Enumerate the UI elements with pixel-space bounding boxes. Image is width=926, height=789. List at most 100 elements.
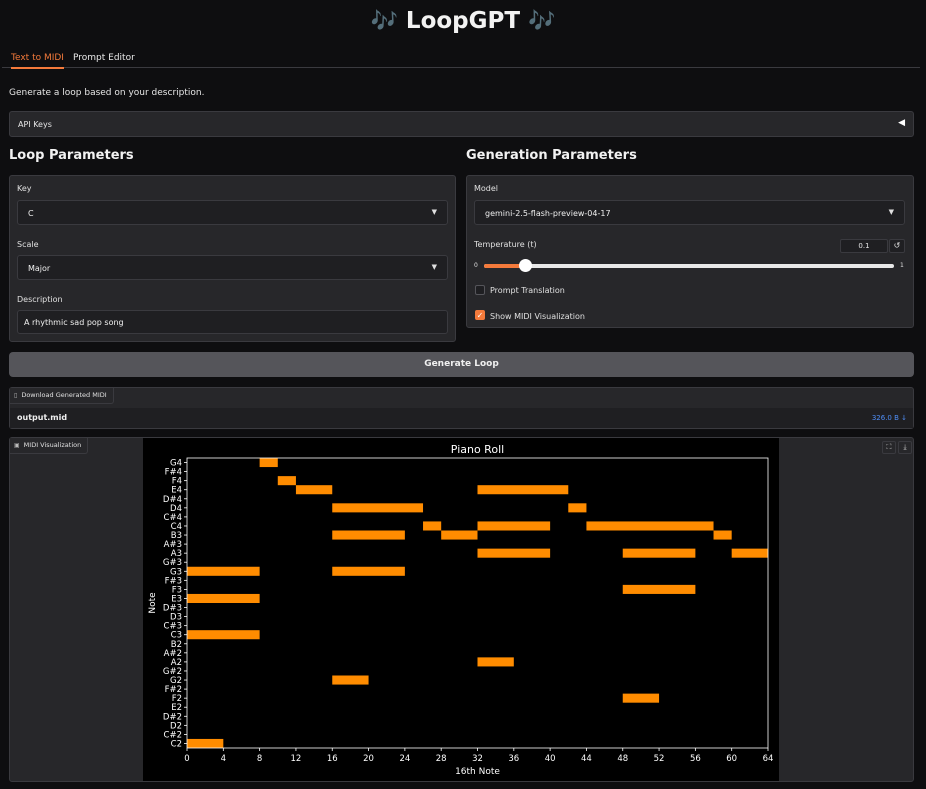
model-label: Model [474, 184, 499, 193]
prompt-translation-checkbox[interactable] [475, 285, 485, 295]
y-tick-label: C3 [171, 631, 182, 641]
y-tick-label: G#2 [163, 667, 182, 677]
viz-block-label: ▣ MIDI Visualization [10, 438, 89, 454]
x-tick-label: 48 [617, 754, 628, 764]
y-tick-label: B2 [171, 640, 182, 650]
note-bar [731, 548, 768, 558]
note-bar [332, 566, 405, 576]
chevron-down-icon: ▼ [431, 208, 437, 216]
note-bar [187, 593, 260, 603]
download-label-text: Download Generated MIDI [21, 391, 107, 399]
y-axis-label: Note [148, 592, 158, 614]
x-tick-label: 8 [257, 754, 262, 764]
note-bar [713, 530, 732, 540]
model-value: gemini-2.5-flash-preview-04-17 [485, 209, 611, 218]
tab-text-to-midi[interactable]: Text to MIDI [11, 53, 64, 69]
temperature-label: Temperature (t) [474, 240, 537, 249]
x-tick-label: 20 [363, 754, 374, 764]
x-tick-label: 0 [184, 754, 189, 764]
y-tick-label: A2 [171, 658, 182, 668]
note-bar [187, 566, 260, 576]
note-bar [332, 530, 405, 540]
note-bar [423, 521, 442, 531]
x-tick-label: 64 [763, 754, 774, 764]
api-keys-accordion[interactable]: API Keys ◀ [9, 111, 914, 137]
fullscreen-icon[interactable]: ⛶ [882, 441, 896, 454]
x-tick-label: 36 [508, 754, 519, 764]
x-tick-label: 44 [581, 754, 592, 764]
scale-dropdown[interactable]: Major ▼ [17, 255, 448, 280]
y-tick-label: A#2 [164, 649, 182, 659]
chart-title: Piano Roll [451, 443, 504, 456]
y-tick-label: G4 [170, 459, 182, 469]
slider-handle[interactable] [519, 259, 532, 272]
generate-loop-button[interactable]: Generate Loop [9, 352, 914, 377]
x-tick-label: 28 [436, 754, 447, 764]
x-tick-label: 60 [726, 754, 737, 764]
note-bar [277, 476, 296, 486]
x-tick-label: 24 [399, 754, 410, 764]
y-tick-label: E4 [171, 486, 182, 496]
x-tick-label: 56 [690, 754, 701, 764]
y-tick-label: E2 [171, 703, 182, 713]
reset-icon[interactable]: ↺ [889, 239, 905, 253]
y-tick-label: D#4 [163, 495, 182, 505]
y-tick-label: F#3 [165, 576, 182, 586]
app-title: 🎶 LoopGPT 🎶 [0, 8, 926, 34]
y-tick-label: D#2 [163, 712, 182, 722]
x-tick-label: 40 [545, 754, 556, 764]
piano-roll-chart: Piano Roll0 4 8 12 16 20 24 28 32 36 40 44 48 52 56 60 6… [143, 438, 779, 781]
y-tick-label: C#3 [164, 622, 182, 632]
chevron-down-icon: ▼ [888, 208, 894, 216]
tab-bar: Text to MIDI Prompt Editor [2, 48, 920, 69]
file-name: output.mid [17, 413, 68, 422]
y-tick-label: G2 [170, 676, 182, 686]
scale-value: Major [28, 264, 51, 273]
note-bar [259, 458, 278, 468]
note-bar [477, 485, 569, 495]
y-tick-label: C#2 [164, 730, 182, 740]
collapse-arrow-icon[interactable]: ◀ [898, 118, 905, 128]
file-icon: ▯ [14, 392, 18, 399]
y-tick-label: C#4 [164, 513, 182, 523]
note-bar [586, 521, 714, 531]
y-tick-label: D2 [170, 721, 182, 731]
note-bar [187, 630, 260, 640]
note-bar [295, 485, 333, 495]
note-bar [332, 675, 369, 685]
model-dropdown[interactable]: gemini-2.5-flash-preview-04-17 ▼ [474, 200, 905, 225]
y-tick-label: B3 [171, 531, 182, 541]
y-tick-label: F2 [172, 694, 182, 704]
temperature-number-input[interactable]: 0.1 [840, 239, 888, 253]
prompt-translation-label: Prompt Translation [490, 286, 565, 295]
note-bar [622, 693, 660, 703]
download-block-label: ▯ Download Generated MIDI [10, 388, 114, 404]
note-bar [477, 548, 551, 558]
key-dropdown[interactable]: C ▼ [17, 200, 448, 225]
download-icon[interactable]: ⤓ [898, 441, 912, 454]
chevron-down-icon: ▼ [431, 263, 437, 271]
x-tick-label: 52 [654, 754, 665, 764]
slider-min-label: 0 [474, 262, 478, 269]
description-input[interactable]: A rhythmic sad pop song [17, 310, 448, 334]
description-label: Description [17, 295, 63, 304]
temperature-slider[interactable] [484, 259, 894, 272]
y-tick-label: D#3 [163, 604, 182, 614]
y-tick-label: D3 [170, 613, 182, 623]
app-title-text: LoopGPT [405, 8, 521, 34]
y-tick-label: F4 [172, 477, 182, 487]
download-file-link[interactable]: 326.0 B ↓ [872, 414, 907, 422]
chart-background [143, 438, 779, 781]
note-bar [441, 530, 478, 540]
note-bar [622, 584, 696, 594]
api-keys-label: API Keys [18, 120, 52, 129]
note-bar [622, 548, 696, 558]
y-tick-label: A#3 [164, 540, 182, 550]
music-notes-icon: 🎶 [370, 9, 398, 34]
note-bar [568, 503, 587, 513]
tab-prompt-editor[interactable]: Prompt Editor [73, 53, 135, 67]
y-tick-label: F#4 [165, 468, 182, 478]
show-midi-checkbox[interactable]: ✓ [475, 310, 485, 320]
slider-max-label: 1 [900, 262, 904, 269]
download-midi-block: ▯ Download Generated MIDI output.mid 326.… [9, 387, 914, 429]
